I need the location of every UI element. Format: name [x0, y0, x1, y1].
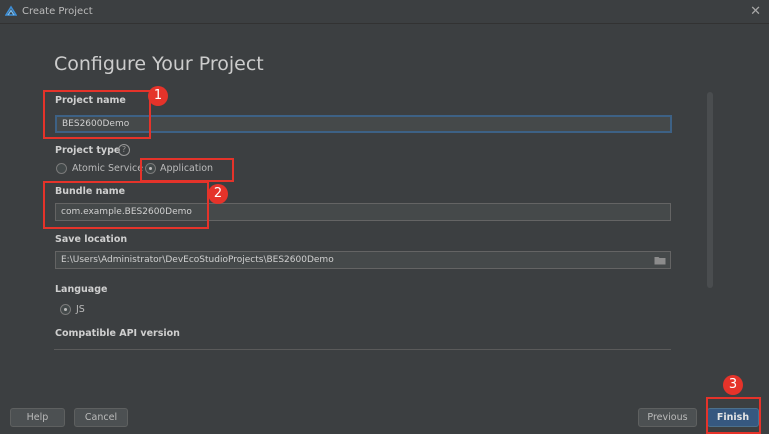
finish-button[interactable]: Finish	[707, 408, 759, 427]
deveco-logo-icon	[5, 5, 17, 16]
folder-icon[interactable]	[654, 256, 666, 265]
bundle-name-input[interactable]: com.example.BES2600Demo	[55, 203, 671, 221]
language-label: Language	[55, 284, 108, 295]
help-icon[interactable]: ?	[118, 144, 130, 156]
annotation-badge-2: 2	[208, 184, 228, 204]
annotation-badge-1: 1	[148, 86, 168, 106]
previous-button[interactable]: Previous	[638, 408, 697, 427]
radio-atomic-service[interactable]	[56, 163, 67, 174]
project-name-input[interactable]: BES2600Demo	[55, 115, 672, 133]
compatible-api-field-edge	[54, 349, 671, 350]
annotation-badge-3: 3	[723, 375, 743, 395]
scrollbar[interactable]	[707, 92, 713, 288]
cancel-button[interactable]: Cancel	[74, 408, 128, 427]
close-icon[interactable]: ✕	[750, 4, 761, 19]
help-button[interactable]: Help	[10, 408, 65, 427]
bundle-name-label: Bundle name	[55, 186, 126, 197]
save-location-input[interactable]: E:\Users\Administrator\DevEcoStudioProje…	[55, 251, 671, 269]
radio-atomic-service-label[interactable]: Atomic Service	[72, 163, 143, 174]
window-title: Create Project	[22, 6, 93, 17]
compatible-api-label: Compatible API version	[55, 328, 180, 339]
project-type-label: Project type	[55, 145, 121, 156]
radio-js[interactable]	[60, 304, 71, 315]
page-title: Configure Your Project	[54, 53, 264, 75]
radio-application-label[interactable]: Application	[160, 163, 213, 174]
project-name-label: Project name	[55, 95, 126, 106]
radio-js-label[interactable]: JS	[76, 304, 85, 315]
radio-application[interactable]	[145, 163, 156, 174]
cancel-label: Cancel	[84, 412, 118, 423]
save-location-label: Save location	[55, 234, 128, 245]
title-bar: Create Project ✕	[0, 0, 769, 24]
